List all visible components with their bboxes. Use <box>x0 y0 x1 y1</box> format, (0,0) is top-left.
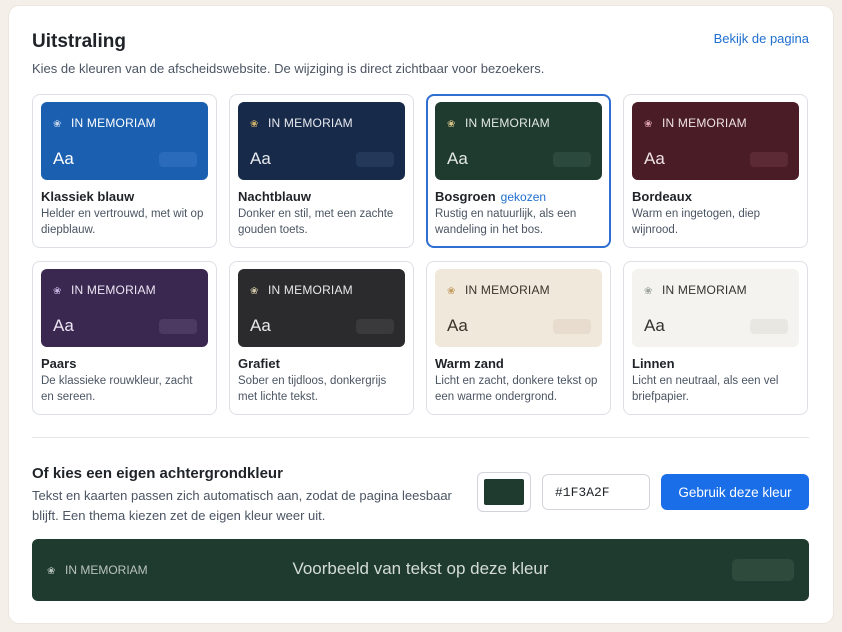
theme-description: Sober en tijdloos, donkergrijs met licht… <box>238 375 387 403</box>
swatch-memo-label: IN MEMORIAM <box>268 283 353 297</box>
theme-name-label: Linnen <box>632 356 675 371</box>
page-subtitle: Kies de kleuren van de afscheidswebsite.… <box>32 61 545 76</box>
swatch-memo: ❀ IN MEMORIAM <box>250 283 353 297</box>
preview-sample-text: Voorbeeld van tekst op deze kleur <box>292 559 549 578</box>
theme-name: Linnen <box>632 356 799 371</box>
theme-name: Paars <box>41 356 208 371</box>
theme-description: Warm en ingetogen, diep wijnrood. <box>632 208 761 236</box>
theme-card[interactable]: ❀ IN MEMORIAM Aa Grafiet Sober en tijdloo… <box>229 261 414 415</box>
swatch-sample-text: Aa <box>644 316 665 335</box>
theme-description: Helder en vertrouwd, met wit op diepblau… <box>41 208 204 236</box>
theme-description: De klassieke rouwkleur, zacht en sereen. <box>41 375 193 403</box>
flower-icon: ❀ <box>250 119 259 130</box>
flower-icon: ❀ <box>250 286 259 297</box>
theme-swatch: ❀ IN MEMORIAM Aa <box>435 269 602 347</box>
theme-name-label: Paars <box>41 356 77 371</box>
swatch-memo-label: IN MEMORIAM <box>268 116 353 130</box>
theme-name-label: Nachtblauw <box>238 189 311 204</box>
swatch-pill <box>553 319 591 334</box>
swatch-memo: ❀ IN MEMORIAM <box>644 283 747 297</box>
theme-description: Rustig en natuurlijk, als een wandeling … <box>435 208 577 236</box>
theme-card[interactable]: ❀ IN MEMORIAM Aa Linnen Licht en neutraal… <box>623 261 808 415</box>
swatch-sample-text: Aa <box>644 149 665 168</box>
swatch-pill <box>159 152 197 167</box>
theme-swatch: ❀ IN MEMORIAM Aa <box>238 102 405 180</box>
theme-name-label: Warm zand <box>435 356 504 371</box>
custom-color-title: Of kies een eigen achtergrondkleur <box>32 465 283 482</box>
swatch-memo: ❀ IN MEMORIAM <box>53 283 156 297</box>
theme-card[interactable]: ❀ IN MEMORIAM Aa Bordeaux Warm en ingetog… <box>623 94 808 248</box>
swatch-memo: ❀ IN MEMORIAM <box>447 283 550 297</box>
theme-card[interactable]: ❀ IN MEMORIAM Aa Klassiek blauw Helder en… <box>32 94 217 248</box>
swatch-pill <box>159 319 197 334</box>
swatch-memo-label: IN MEMORIAM <box>662 283 747 297</box>
theme-name: Warm zand <box>435 356 602 371</box>
flower-icon: ❀ <box>644 286 653 297</box>
custom-color-description: Tekst en kaarten passen zich automatisch… <box>32 488 452 523</box>
use-color-button[interactable]: Gebruik deze kleur <box>661 474 809 510</box>
swatch-memo-label: IN MEMORIAM <box>662 116 747 130</box>
flower-icon: ❀ <box>53 286 62 297</box>
swatch-memo: ❀ IN MEMORIAM <box>447 116 550 130</box>
flower-icon: ❀ <box>447 119 456 130</box>
swatch-sample-text: Aa <box>250 316 271 335</box>
theme-swatch: ❀ IN MEMORIAM Aa <box>238 269 405 347</box>
swatch-sample-text: Aa <box>53 149 74 168</box>
theme-name-label: Klassiek blauw <box>41 189 135 204</box>
color-picker[interactable] <box>477 472 531 512</box>
chosen-badge: gekozen <box>500 190 547 204</box>
swatch-sample-text: Aa <box>250 149 271 168</box>
divider <box>32 437 809 438</box>
page-title: Uitstraling <box>32 31 126 52</box>
swatch-sample-text: Aa <box>53 316 74 335</box>
flower-icon: ❀ <box>447 286 456 297</box>
theme-name-label: Grafiet <box>238 356 280 371</box>
theme-card[interactable]: ❀ IN MEMORIAM Aa Warm zand Licht en zacht… <box>426 261 611 415</box>
swatch-memo-label: IN MEMORIAM <box>465 283 550 297</box>
flower-icon: ❀ <box>53 119 62 130</box>
theme-swatch: ❀ IN MEMORIAM Aa <box>435 102 602 180</box>
swatch-sample-text: Aa <box>447 316 468 335</box>
swatch-memo: ❀ IN MEMORIAM <box>250 116 353 130</box>
appearance-panel: Uitstraling Bekijk de pagina Kies de kle… <box>9 6 833 623</box>
swatch-pill <box>356 319 394 334</box>
theme-description: Licht en zacht, donkere tekst op een war… <box>435 375 598 403</box>
swatch-pill <box>750 319 788 334</box>
swatch-memo-label: IN MEMORIAM <box>71 283 156 297</box>
theme-name: Bordeaux <box>632 189 799 204</box>
color-preview: ❀ IN MEMORIAM Voorbeeld van tekst op deze… <box>32 539 809 601</box>
theme-card[interactable]: ❀ IN MEMORIAM Aa Nachtblauw Donker en sti… <box>229 94 414 248</box>
theme-name: Klassiek blauw <box>41 189 208 204</box>
swatch-memo: ❀ IN MEMORIAM <box>53 116 156 130</box>
theme-swatch: ❀ IN MEMORIAM Aa <box>41 102 208 180</box>
theme-grid: ❀ IN MEMORIAM Aa Klassiek blauw Helder en… <box>32 94 809 415</box>
swatch-memo: ❀ IN MEMORIAM <box>644 116 747 130</box>
swatch-memo-label: IN MEMORIAM <box>465 116 550 130</box>
theme-name-label: Bordeaux <box>632 189 692 204</box>
hex-color-input[interactable] <box>542 474 650 510</box>
swatch-pill <box>750 152 788 167</box>
theme-swatch: ❀ IN MEMORIAM Aa <box>632 269 799 347</box>
theme-swatch: ❀ IN MEMORIAM Aa <box>632 102 799 180</box>
swatch-memo-label: IN MEMORIAM <box>71 116 156 130</box>
theme-description: Licht en neutraal, als een vel briefpapi… <box>632 375 779 403</box>
swatch-pill <box>553 152 591 167</box>
theme-card[interactable]: ❀ IN MEMORIAM Aa Bosgroen gekozen Rustig e… <box>426 94 611 248</box>
color-picker-swatch <box>484 479 524 505</box>
preview-pill <box>732 559 794 581</box>
view-page-link[interactable]: Bekijk de pagina <box>714 31 809 46</box>
swatch-pill <box>356 152 394 167</box>
flower-icon: ❀ <box>644 119 653 130</box>
theme-name: Bosgroen gekozen <box>435 189 602 204</box>
swatch-sample-text: Aa <box>447 149 468 168</box>
theme-card[interactable]: ❀ IN MEMORIAM Aa Paars De klassieke rouwk… <box>32 261 217 415</box>
theme-description: Donker en stil, met een zachte gouden to… <box>238 208 394 236</box>
theme-name: Nachtblauw <box>238 189 405 204</box>
theme-name-label: Bosgroen <box>435 189 496 204</box>
theme-swatch: ❀ IN MEMORIAM Aa <box>41 269 208 347</box>
theme-name: Grafiet <box>238 356 405 371</box>
